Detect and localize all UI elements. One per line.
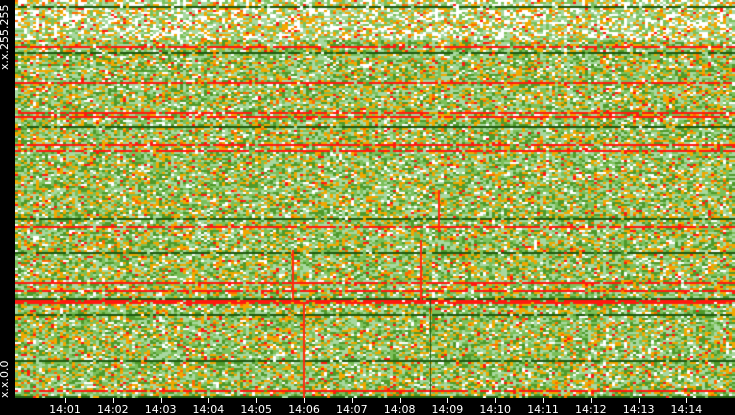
x-tick-label: 14:11	[527, 403, 559, 415]
x-tick-label: 14:09	[431, 403, 464, 415]
x-tick-label: 14:02	[96, 403, 129, 415]
x-tick-label: 14:04	[192, 403, 225, 415]
x-tick-label: 14:14	[670, 403, 703, 415]
x-tick-label: 14:07	[335, 403, 368, 415]
heatmap-canvas	[15, 0, 735, 398]
y-tick-label-bottom: x.x.0.0	[0, 360, 11, 398]
x-tick-label: 14:13	[622, 403, 655, 415]
x-tick-label: 14:08	[383, 403, 416, 415]
x-tick-label: 14:06	[288, 403, 320, 415]
x-tick-label: 14:10	[479, 403, 512, 415]
y-tick-label-top: x.x.255.255	[0, 4, 11, 70]
heatmap-chart: x.x.255.255 x.x.0.0 14:01 14:02 14:03 14:04…	[0, 0, 735, 415]
x-tick-label: 14:03	[144, 403, 177, 415]
x-tick-label: 14:01	[49, 403, 81, 415]
x-tick-label: 14:05	[240, 403, 273, 415]
x-tick-label: 14:12	[574, 403, 607, 415]
